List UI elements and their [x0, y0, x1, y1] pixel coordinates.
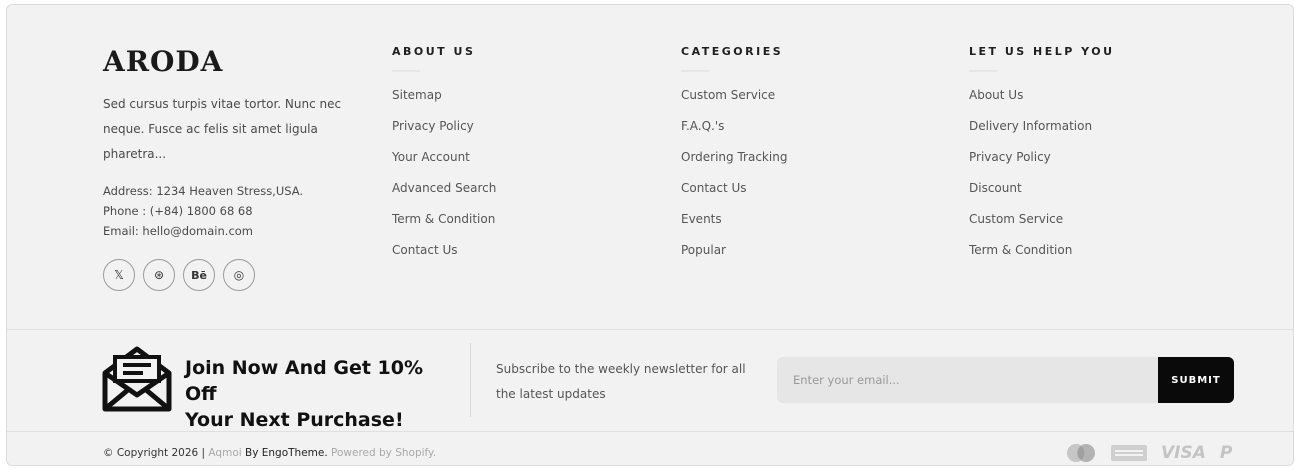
- email-input[interactable]: [777, 357, 1159, 403]
- submit-button[interactable]: SUBMIT: [1158, 357, 1234, 403]
- newsletter-divider: [470, 343, 471, 417]
- behance-icon[interactable]: Bē: [183, 259, 215, 291]
- about-us-heading: ABOUT US: [392, 45, 476, 58]
- help-links: About Us Delivery Information Privacy Po…: [969, 88, 1115, 274]
- link-contact-us[interactable]: Contact Us: [681, 181, 787, 212]
- mastercard-icon: [1067, 444, 1095, 462]
- contact-info: Address: 1234 Heaven Stress,USA. Phone :…: [103, 181, 343, 241]
- instagram-icon[interactable]: ◎: [223, 259, 255, 291]
- link-sitemap[interactable]: Sitemap: [392, 88, 496, 119]
- powered-by[interactable]: Powered by Shopify.: [328, 447, 436, 459]
- about-us-column: ABOUT US Sitemap Privacy Policy Your Acc…: [392, 45, 496, 274]
- behance-glyph: Bē: [191, 268, 207, 282]
- link-popular[interactable]: Popular: [681, 243, 787, 274]
- link-privacy-policy[interactable]: Privacy Policy: [969, 150, 1115, 181]
- section-divider: [7, 329, 1293, 330]
- brand-description: Sed cursus turpis vitae tortor. Nunc nec…: [103, 97, 342, 161]
- address-text: Address: 1234 Heaven Stress,USA.: [103, 184, 304, 198]
- link-privacy-policy[interactable]: Privacy Policy: [392, 119, 496, 150]
- newsletter-title-line1: Join Now And Get 10% Off: [185, 357, 424, 405]
- link-faqs[interactable]: F.A.Q.'s: [681, 119, 787, 150]
- visa-icon: VISA: [1161, 443, 1206, 463]
- x-icon[interactable]: 𝕏: [103, 259, 135, 291]
- help-column: LET US HELP YOU About Us Delivery Inform…: [969, 45, 1115, 274]
- logo[interactable]: ARODA: [103, 45, 343, 78]
- link-term-condition[interactable]: Term & Condition: [392, 212, 496, 243]
- newsletter-subtitle: Subscribe to the weekly newsletter for a…: [496, 362, 746, 401]
- amex-icon: [1111, 445, 1147, 461]
- link-custom-service[interactable]: Custom Service: [681, 88, 787, 119]
- link-your-account[interactable]: Your Account: [392, 150, 496, 181]
- site-footer: ARODA Sed cursus turpis vitae tortor. Nu…: [6, 4, 1294, 466]
- link-custom-service[interactable]: Custom Service: [969, 212, 1115, 243]
- link-discount[interactable]: Discount: [969, 181, 1115, 212]
- phone-text: Phone : (+84) 1800 68 68: [103, 204, 253, 218]
- theme-link[interactable]: By EngoTheme.: [242, 447, 328, 459]
- heading-underline: [969, 70, 997, 72]
- payment-methods: VISA P: [1065, 443, 1232, 463]
- dribbble-icon[interactable]: ⊛: [143, 259, 175, 291]
- categories-heading: CATEGORIES: [681, 45, 784, 58]
- copyright-prefix: © Copyright 2026 |: [103, 447, 209, 459]
- site-link[interactable]: Aqmoi: [208, 447, 241, 459]
- link-ordering-tracking[interactable]: Ordering Tracking: [681, 150, 787, 181]
- newsletter-title: Join Now And Get 10% Off Your Next Purch…: [185, 355, 455, 433]
- link-contact-us[interactable]: Contact Us: [392, 243, 496, 274]
- categories-links: Custom Service F.A.Q.'s Ordering Trackin…: [681, 88, 787, 274]
- brand-column: ARODA Sed cursus turpis vitae tortor. Nu…: [103, 45, 343, 291]
- help-heading: LET US HELP YOU: [969, 45, 1115, 58]
- heading-underline: [681, 70, 709, 72]
- copyright: © Copyright 2026 | Aqmoi By EngoTheme. P…: [103, 447, 436, 459]
- link-about-us[interactable]: About Us: [969, 88, 1115, 119]
- bottom-divider: [7, 431, 1293, 432]
- heading-underline: [392, 70, 420, 72]
- link-events[interactable]: Events: [681, 212, 787, 243]
- social-links: 𝕏 ⊛ Bē ◎: [103, 259, 343, 291]
- categories-column: CATEGORIES Custom Service F.A.Q.'s Order…: [681, 45, 787, 274]
- link-term-condition[interactable]: Term & Condition: [969, 243, 1115, 274]
- paypal-icon: P: [1219, 443, 1233, 463]
- link-delivery-information[interactable]: Delivery Information: [969, 119, 1115, 150]
- envelope-icon: [102, 346, 172, 412]
- email-text: Email: hello@domain.com: [103, 224, 254, 238]
- link-advanced-search[interactable]: Advanced Search: [392, 181, 496, 212]
- newsletter-title-line2: Your Next Purchase!: [185, 409, 404, 431]
- about-us-links: Sitemap Privacy Policy Your Account Adva…: [392, 88, 496, 274]
